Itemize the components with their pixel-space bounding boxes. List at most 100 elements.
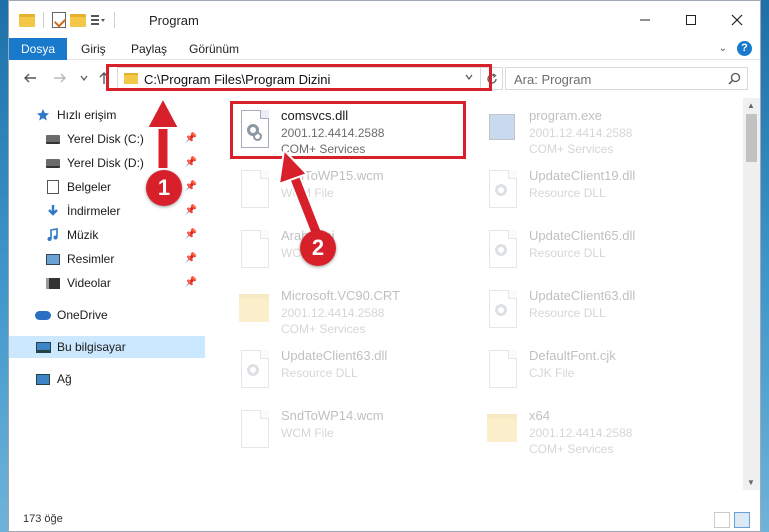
- sidebar-item-label: Videolar: [67, 276, 111, 290]
- scroll-up-icon[interactable]: ▲: [747, 101, 755, 110]
- file-item[interactable]: UpdateClient65.dll Resource DLL: [481, 224, 721, 284]
- downloads-icon: [45, 203, 61, 219]
- sidebar-item-local-disk-d[interactable]: Yerel Disk (D:) 📌: [9, 152, 205, 174]
- vertical-scrollbar[interactable]: ▲ ▼: [743, 98, 760, 490]
- sidebar-item-local-disk-c[interactable]: Yerel Disk (C:) 📌: [9, 128, 205, 150]
- videos-icon: [45, 275, 61, 291]
- recent-locations-button[interactable]: [75, 69, 93, 87]
- file-item[interactable]: UpdateClient63.dll Resource DLL: [233, 344, 473, 404]
- file-item[interactable]: Arabic.ini WCM File: [233, 224, 473, 284]
- file-type: CJK File: [529, 366, 575, 380]
- folder-icon[interactable]: [19, 13, 35, 27]
- step-badge-1: 1: [146, 170, 182, 206]
- file-name: UpdateClient63.dll: [281, 348, 388, 363]
- customize-toolbar-icon[interactable]: [90, 12, 106, 28]
- pin-icon[interactable]: 📌: [185, 253, 197, 264]
- chevron-down-icon: [80, 75, 88, 81]
- arrow-right-icon: [54, 73, 66, 83]
- cloud-icon: [35, 307, 51, 323]
- scroll-down-icon[interactable]: ▼: [747, 478, 755, 487]
- search-icon[interactable]: [728, 72, 741, 88]
- tab-home[interactable]: Giriş: [69, 38, 118, 60]
- file-item[interactable]: x64 2001.12.4414.2588 COM+ Services: [481, 404, 721, 464]
- forward-button[interactable]: [51, 69, 69, 87]
- sidebar-item-label: Belgeler: [67, 180, 112, 194]
- file-item[interactable]: DefaultFont.cjk CJK File: [481, 344, 721, 404]
- star-icon: [35, 107, 51, 123]
- tab-file[interactable]: Dosya: [9, 38, 67, 60]
- file-name: x64: [529, 408, 550, 423]
- tab-share[interactable]: Paylaş: [119, 38, 179, 60]
- dll-icon: [485, 170, 519, 214]
- search-box[interactable]: Ara: Program: [505, 67, 748, 90]
- maximize-button[interactable]: [668, 1, 714, 39]
- sidebar-item-label: OneDrive: [57, 308, 108, 322]
- back-button[interactable]: [21, 69, 39, 87]
- file-type: Resource DLL: [529, 246, 606, 260]
- pin-icon[interactable]: 📌: [185, 157, 197, 168]
- view-toggle: [714, 512, 750, 528]
- sidebar-item-pictures[interactable]: Resimler 📌: [9, 248, 205, 270]
- item-count: 173 öğe: [23, 513, 63, 525]
- file-name: UpdateClient19.dll: [529, 168, 636, 183]
- pin-icon[interactable]: 📌: [185, 133, 197, 144]
- maximize-icon: [686, 15, 696, 25]
- file-version: 2001.12.4414.2588: [529, 426, 633, 440]
- pin-icon[interactable]: 📌: [185, 229, 197, 240]
- file-description: COM+ Services: [529, 142, 614, 156]
- pin-icon[interactable]: 📌: [185, 205, 197, 216]
- tab-view[interactable]: Görünüm: [177, 38, 251, 60]
- sidebar-item-label: Resimler: [67, 252, 115, 266]
- documents-icon: [45, 179, 61, 195]
- computer-icon: [35, 339, 51, 355]
- search-placeholder: Ara: Program: [514, 72, 592, 87]
- new-folder-icon[interactable]: [70, 13, 86, 27]
- network-icon: [35, 371, 51, 387]
- arrow-left-icon: [24, 73, 36, 83]
- expand-ribbon-icon[interactable]: ⌄: [719, 43, 727, 54]
- file-item[interactable]: UpdateClient63.dll Resource DLL: [481, 284, 721, 344]
- file-item[interactable]: program.exe 2001.12.4414.2588 COM+ Servi…: [481, 104, 721, 164]
- dll-icon: [237, 350, 271, 394]
- file-version: 2001.12.4414.2588: [281, 306, 385, 320]
- sidebar-item-this-pc[interactable]: Bu bilgisayar: [9, 336, 205, 358]
- sidebar-item-label: Müzik: [67, 228, 99, 242]
- pin-icon[interactable]: 📌: [185, 277, 197, 288]
- close-button[interactable]: [714, 1, 760, 39]
- sidebar-item-label: Ağ: [57, 372, 72, 386]
- file-type: WCM File: [281, 186, 334, 200]
- toolbar-divider: [114, 12, 115, 28]
- help-icon[interactable]: ?: [737, 41, 752, 56]
- file-name: Microsoft.VC90.CRT: [281, 288, 400, 303]
- tiles-view-icon[interactable]: [734, 512, 750, 528]
- scrollbar-thumb[interactable]: [746, 114, 757, 162]
- address-bar-highlight: [106, 64, 492, 91]
- exe-icon: [485, 110, 519, 154]
- minimize-icon: [640, 19, 650, 21]
- pictures-icon: [45, 251, 61, 267]
- file-highlight: [230, 101, 466, 159]
- file-item[interactable]: SndToWP14.wcm WCM File: [233, 404, 473, 464]
- details-view-icon[interactable]: [714, 512, 730, 528]
- file-item[interactable]: SndToWP15.wcm WCM File: [233, 164, 473, 224]
- sidebar-item-quick-access[interactable]: Hızlı erişim: [9, 104, 205, 126]
- sidebar-item-label: Yerel Disk (D:): [67, 156, 144, 170]
- sidebar-item-downloads[interactable]: İndirmeler 📌: [9, 200, 205, 222]
- pin-icon[interactable]: 📌: [185, 181, 197, 192]
- minimize-button[interactable]: [622, 1, 668, 39]
- file-name: UpdateClient65.dll: [529, 228, 636, 243]
- file-type: Resource DLL: [529, 186, 606, 200]
- file-icon: [485, 350, 519, 394]
- sidebar-item-network[interactable]: Ağ: [9, 368, 205, 390]
- music-icon: [45, 227, 61, 243]
- sidebar-item-onedrive[interactable]: OneDrive: [9, 304, 205, 326]
- properties-icon[interactable]: [52, 12, 66, 28]
- sidebar-item-videos[interactable]: Videolar 📌: [9, 272, 205, 294]
- file-name: DefaultFont.cjk: [529, 348, 616, 363]
- file-icon: [237, 230, 271, 274]
- file-item[interactable]: UpdateClient19.dll Resource DLL: [481, 164, 721, 224]
- dll-icon: [485, 290, 519, 334]
- sidebar-item-music[interactable]: Müzik 📌: [9, 224, 205, 246]
- ribbon-right-controls: ⌄ ?: [719, 41, 752, 56]
- file-item[interactable]: Microsoft.VC90.CRT 2001.12.4414.2588 COM…: [233, 284, 473, 344]
